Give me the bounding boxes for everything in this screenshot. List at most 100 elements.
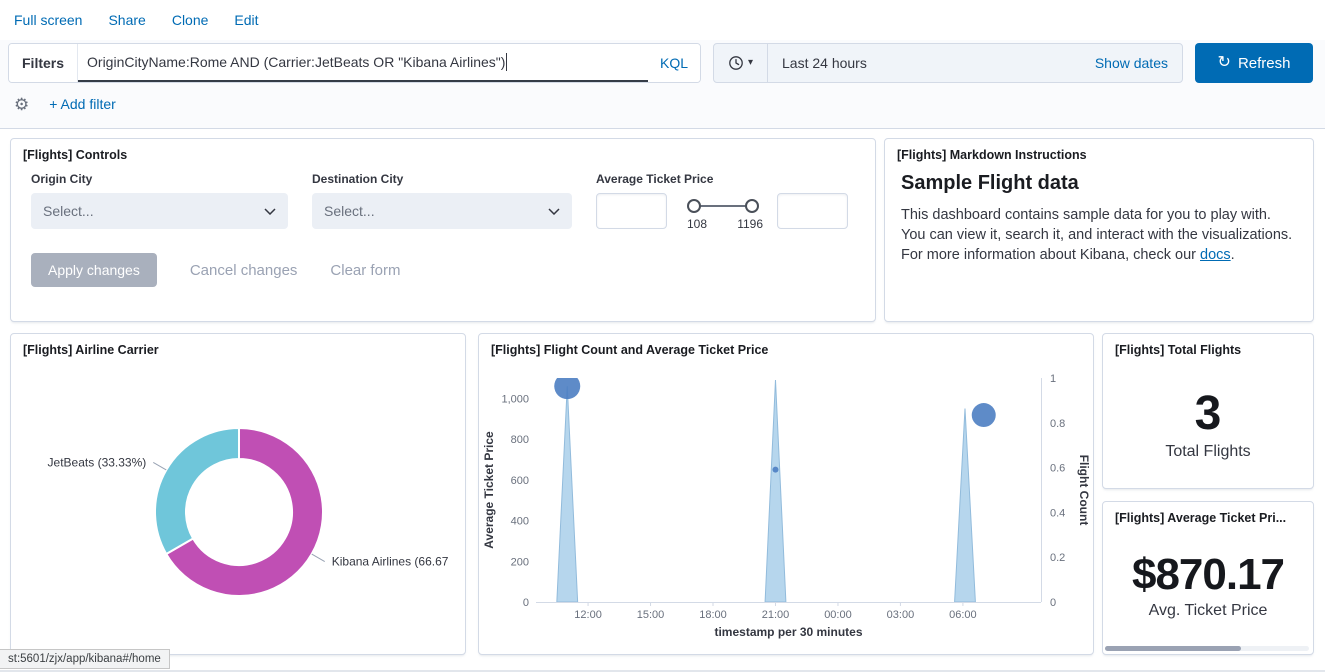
time-quick-select-button[interactable]: ▾ <box>714 44 768 82</box>
text-cursor <box>506 53 507 71</box>
flight-count-bubble[interactable] <box>972 403 996 427</box>
time-range-display[interactable]: Last 24 hours <box>768 44 1095 82</box>
add-filter-button[interactable]: + Add filter <box>49 96 116 112</box>
markdown-heading: Sample Flight data <box>901 172 1297 195</box>
avg-ticket-price-label: Avg. Ticket Price <box>1149 602 1268 620</box>
destination-city-select[interactable]: Select... <box>312 193 572 229</box>
panel-total-flights: [Flights] Total Flights 3 Total Flights <box>1102 333 1314 489</box>
y-left-tick-label: 600 <box>511 475 529 487</box>
top-navigation: Full screen Share Clone Edit <box>0 0 1325 40</box>
y-right-tick-label: 0.6 <box>1050 463 1065 475</box>
x-axis-title: timestamp per 30 minutes <box>714 625 862 639</box>
y-left-tick-label: 1,000 <box>501 393 529 405</box>
markdown-text: . <box>1231 247 1235 263</box>
airline-carrier-chart[interactable]: Kibana Airlines (66.67 JetBeats (33.33%) <box>11 334 465 654</box>
browser-status-bar: st:5601/zjx/app/kibana#/home <box>0 649 170 669</box>
ticket-price-label: Average Ticket Price <box>596 172 854 186</box>
status-url: st:5601/zjx/app/kibana#/home <box>8 653 161 665</box>
gear-icon[interactable]: ⚙ <box>14 96 29 113</box>
price-max-input[interactable] <box>777 193 848 229</box>
x-tick-label: 15:00 <box>637 609 665 621</box>
chevron-down-icon <box>264 208 276 215</box>
docs-link[interactable]: docs <box>1200 247 1231 263</box>
y-left-axis-title: Average Ticket Price <box>482 431 496 549</box>
origin-city-select[interactable]: Select... <box>31 193 288 229</box>
area-spike[interactable] <box>765 380 786 602</box>
x-tick-label: 00:00 <box>824 609 852 621</box>
scrollbar-thumb[interactable] <box>1105 646 1241 651</box>
query-input[interactable]: OriginCityName:Rome AND (Carrier:JetBeat… <box>78 44 648 82</box>
time-picker: ▾ Last 24 hours Show dates <box>713 43 1183 83</box>
y-left-tick-label: 200 <box>511 556 529 568</box>
flight-chart[interactable]: 12:0015:0018:0021:0000:0003:0006:0002004… <box>479 334 1093 654</box>
x-tick-label: 21:00 <box>762 609 790 621</box>
filters-button[interactable]: Filters <box>9 44 78 82</box>
nav-edit[interactable]: Edit <box>234 12 258 28</box>
panel-title: [Flights] Flight Count and Average Ticke… <box>479 334 1093 357</box>
y-left-tick-label: 0 <box>523 597 529 609</box>
panel-title: [Flights] Average Ticket Pri... <box>1103 502 1313 525</box>
panel-title: [Flights] Markdown Instructions <box>885 139 1313 162</box>
x-tick-label: 03:00 <box>887 609 915 621</box>
total-flights-label: Total Flights <box>1165 443 1250 461</box>
total-flights-value: 3 <box>1195 389 1222 439</box>
refresh-label: Refresh <box>1238 55 1291 72</box>
slider-max-value: 1196 <box>737 217 763 231</box>
origin-city-label: Origin City <box>31 172 288 186</box>
panel-title: [Flights] Airline Carrier <box>11 334 465 357</box>
destination-city-field: Destination City Select... <box>312 172 572 229</box>
slider-handle-min[interactable] <box>687 199 701 213</box>
slider-handle-max[interactable] <box>745 199 759 213</box>
nav-full-screen[interactable]: Full screen <box>14 12 82 28</box>
panel-title: [Flights] Total Flights <box>1103 334 1313 357</box>
donut-svg: Kibana Airlines (66.67 JetBeats (33.33%) <box>11 334 465 654</box>
slider-min-value: 108 <box>687 217 707 231</box>
line-svg: 12:0015:0018:0021:0000:0003:0006:0002004… <box>479 334 1093 654</box>
refresh-button[interactable]: ↻ Refresh <box>1195 43 1313 83</box>
area-spike[interactable] <box>557 386 578 602</box>
dashboard-area: [Flights] Controls Origin City Select...… <box>0 129 1325 672</box>
cancel-changes-button[interactable]: Cancel changes <box>190 262 298 279</box>
pie-slice-label: Kibana Airlines (66.67 <box>332 555 449 569</box>
flight-count-bubble[interactable] <box>554 373 580 399</box>
y-right-tick-label: 0.2 <box>1050 552 1065 564</box>
panel-markdown-instructions: [Flights] Markdown Instructions Sample F… <box>884 138 1314 322</box>
flight-count-bubble[interactable] <box>772 467 778 473</box>
chevron-down-icon: ▾ <box>748 58 753 68</box>
pie-slice-label: JetBeats (33.33%) <box>48 455 147 469</box>
select-placeholder: Select... <box>324 203 375 219</box>
query-bar: Filters OriginCityName:Rome AND (Carrier… <box>8 43 701 83</box>
area-spike[interactable] <box>955 409 976 602</box>
show-dates-button[interactable]: Show dates <box>1095 44 1182 82</box>
destination-city-label: Destination City <box>312 172 572 186</box>
query-text: OriginCityName:Rome AND (Carrier:JetBeat… <box>87 54 505 70</box>
panel-title: [Flights] Controls <box>11 139 875 162</box>
price-range-slider[interactable]: 108 1196 <box>689 193 755 229</box>
markdown-paragraph: This dashboard contains sample data for … <box>901 205 1297 265</box>
ticket-price-field: Average Ticket Price 108 1196 <box>596 172 854 229</box>
price-min-input[interactable] <box>596 193 667 229</box>
y-right-tick-label: 0.4 <box>1050 507 1065 519</box>
panel-airline-carrier: [Flights] Airline Carrier Kibana Airline… <box>10 333 466 655</box>
x-tick-label: 12:00 <box>574 609 602 621</box>
avg-ticket-price-value: $870.17 <box>1132 552 1284 598</box>
chevron-down-icon <box>548 208 560 215</box>
panel-average-ticket-price: [Flights] Average Ticket Pri... $870.17 … <box>1102 501 1314 655</box>
apply-changes-button[interactable]: Apply changes <box>31 253 157 287</box>
clear-form-button[interactable]: Clear form <box>330 262 400 279</box>
pie-slice[interactable] <box>155 428 239 554</box>
y-right-tick-label: 0 <box>1050 597 1056 609</box>
y-right-axis-title: Flight Count <box>1077 455 1091 526</box>
panel-flight-count-chart: [Flights] Flight Count and Average Ticke… <box>478 333 1094 655</box>
x-tick-label: 06:00 <box>949 609 977 621</box>
select-placeholder: Select... <box>43 203 94 219</box>
nav-clone[interactable]: Clone <box>172 12 209 28</box>
y-right-tick-label: 0.8 <box>1050 418 1065 430</box>
query-filter-band: Filters OriginCityName:Rome AND (Carrier… <box>0 40 1325 129</box>
kql-button[interactable]: KQL <box>648 44 700 82</box>
y-left-tick-label: 400 <box>511 516 529 528</box>
clock-icon <box>728 55 744 71</box>
panel-flights-controls: [Flights] Controls Origin City Select...… <box>10 138 876 322</box>
nav-share[interactable]: Share <box>108 12 145 28</box>
horizontal-scrollbar <box>1105 646 1309 651</box>
